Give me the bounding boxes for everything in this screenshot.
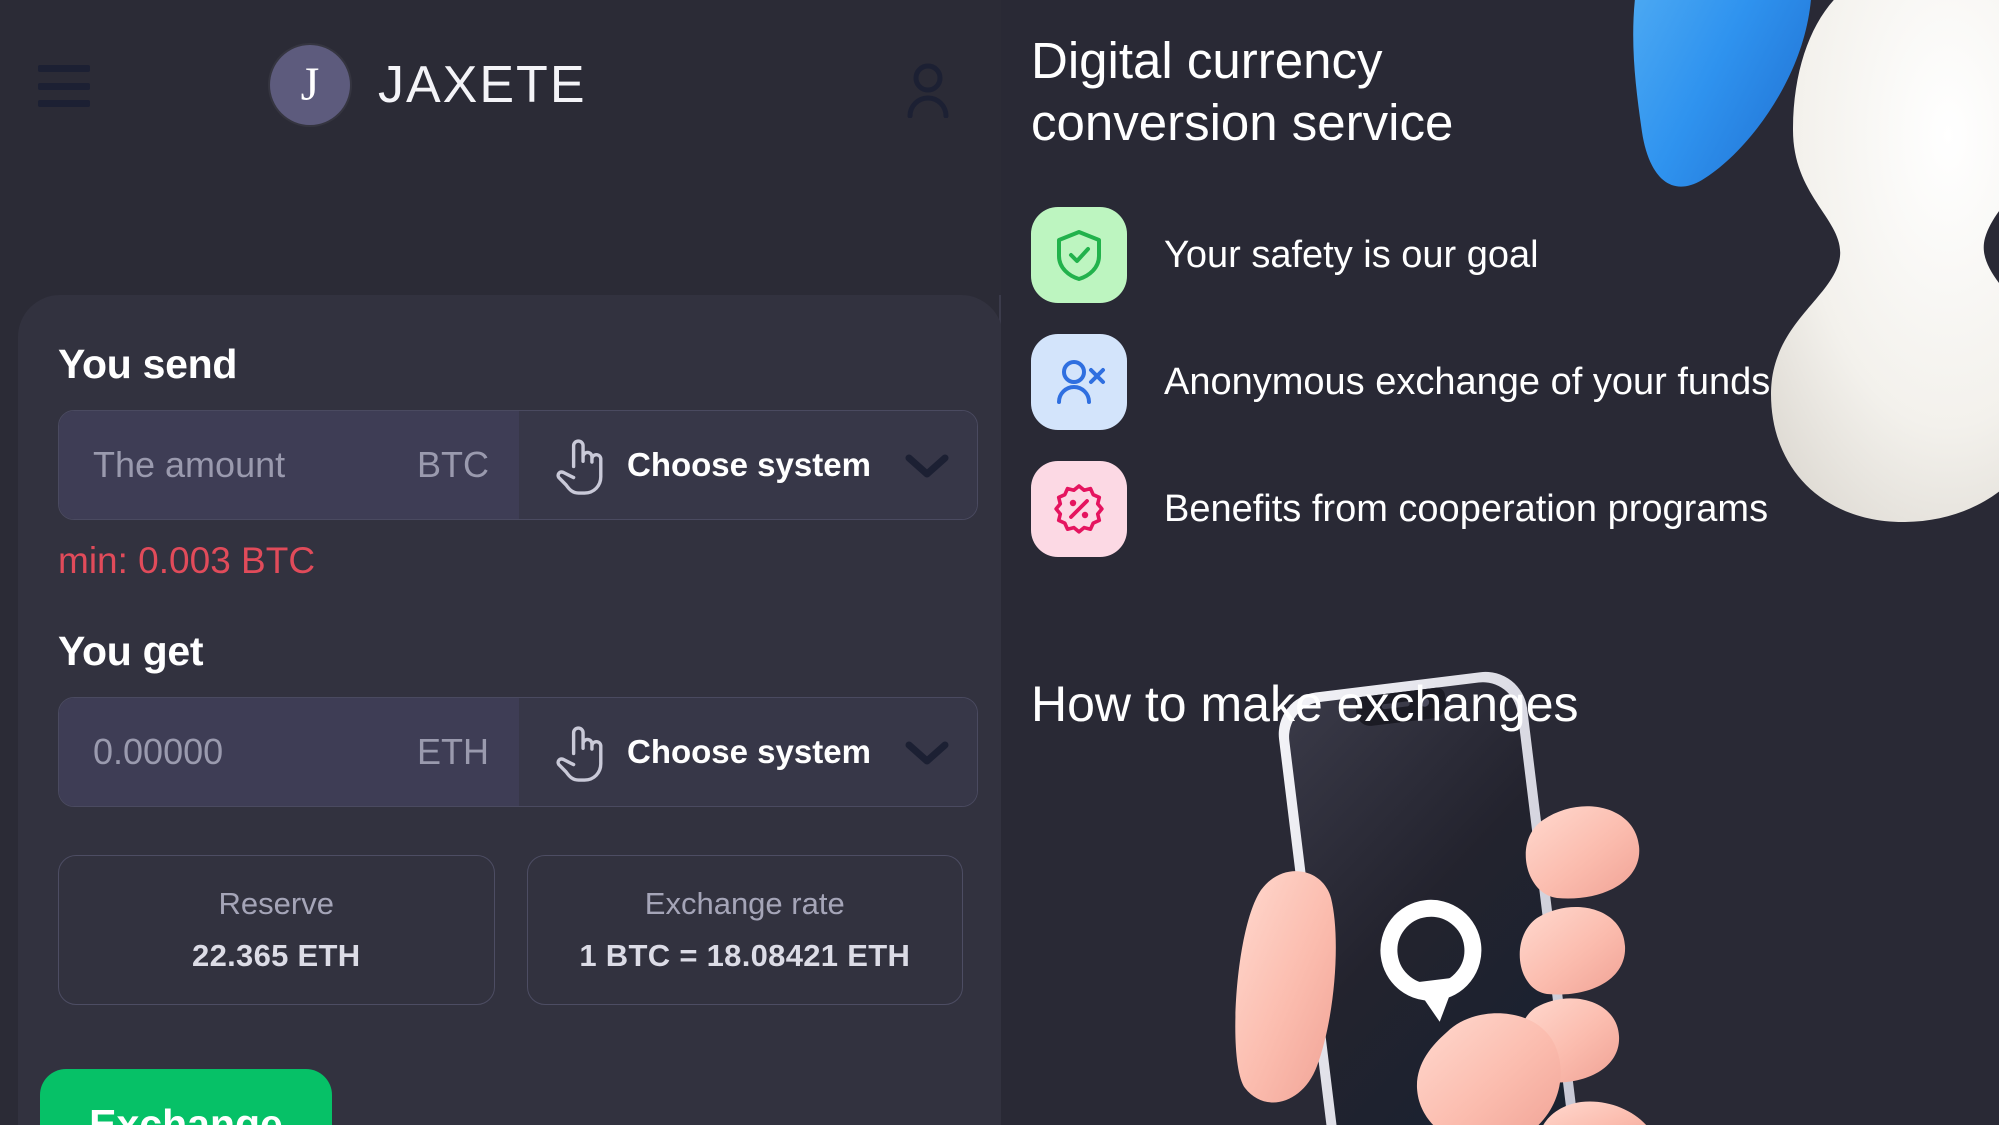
promo-headline: Digital currency conversion service — [1031, 30, 1651, 154]
feature-item-safety: Your safety is our goal — [1031, 207, 1999, 304]
send-system-label: Choose system — [627, 446, 871, 484]
user-profile-icon[interactable] — [905, 62, 951, 118]
shield-check-icon — [1031, 207, 1127, 304]
reserve-card: Reserve 22.365 ETH — [58, 855, 495, 1005]
send-currency-label: BTC — [417, 444, 489, 485]
get-choose-system-dropdown[interactable]: Choose system — [519, 698, 977, 806]
user-anonymous-icon — [1031, 334, 1127, 431]
feature-item-anonymous: Anonymous exchange of your funds — [1031, 334, 1999, 431]
you-send-row: The amount BTC Choose system — [58, 410, 978, 520]
send-min-note: min: 0.003 BTC — [58, 540, 316, 581]
site-header: J JAXETE — [0, 0, 1001, 178]
exchange-panel: J JAXETE You send The amount BTC Choose … — [0, 0, 1003, 1125]
send-amount-input[interactable]: The amount BTC — [59, 411, 519, 519]
pointing-hand-icon — [556, 726, 603, 782]
promo-panel: Digital currency conversion service Your… — [1001, 0, 1999, 1125]
you-send-label: You send — [58, 341, 238, 387]
exchange-rate-title: Exchange rate — [644, 886, 845, 921]
exchange-card: You send The amount BTC Choose system mi… — [18, 295, 1003, 1125]
get-currency-label: ETH — [417, 731, 489, 772]
howto-title: How to make exchanges — [1031, 676, 1579, 733]
get-amount-placeholder: 0.00000 — [93, 731, 224, 772]
you-get-label: You get — [58, 628, 204, 674]
exchange-submit-button[interactable]: Exchange — [40, 1069, 332, 1125]
feature-item-benefits: Benefits from cooperation programs — [1031, 461, 1999, 558]
headline-line-2: conversion service — [1031, 94, 1454, 152]
pointing-hand-icon — [556, 439, 603, 495]
reserve-value: 22.365 ETH — [192, 938, 361, 973]
send-choose-system-dropdown[interactable]: Choose system — [519, 411, 977, 519]
chevron-down-icon — [905, 454, 949, 478]
feature-label-anonymous: Anonymous exchange of your funds — [1164, 360, 1771, 403]
feature-list: Your safety is our goal Anonymous exchan… — [1031, 207, 1999, 558]
logo-letter: J — [300, 58, 320, 111]
promo-content: Digital currency conversion service Your… — [1001, 0, 1999, 733]
exchange-rate-card: Exchange rate 1 BTC = 18.08421 ETH — [526, 855, 963, 1005]
discount-percent-icon — [1031, 461, 1127, 558]
brand-logo[interactable]: J JAXETE — [270, 45, 587, 125]
brand-name: JAXETE — [378, 56, 587, 114]
hamburger-menu-icon[interactable] — [38, 65, 90, 107]
feature-label-safety: Your safety is our goal — [1164, 233, 1539, 276]
logo-badge: J — [270, 45, 350, 125]
exchange-rate-value: 1 BTC = 18.08421 ETH — [579, 938, 911, 973]
headline-line-1: Digital currency — [1031, 32, 1383, 89]
feature-label-benefits: Benefits from cooperation programs — [1164, 487, 1769, 530]
you-get-row: 0.00000 ETH Choose system — [58, 697, 978, 807]
reserve-title: Reserve — [218, 886, 334, 921]
app-root: J JAXETE You send The amount BTC Choose … — [0, 0, 1999, 1125]
info-cards: Reserve 22.365 ETH Exchange rate 1 BTC =… — [58, 855, 963, 1005]
get-system-label: Choose system — [627, 733, 871, 771]
get-amount-input[interactable]: 0.00000 ETH — [59, 698, 519, 806]
send-amount-placeholder: The amount — [93, 444, 286, 485]
chevron-down-icon — [905, 741, 949, 765]
